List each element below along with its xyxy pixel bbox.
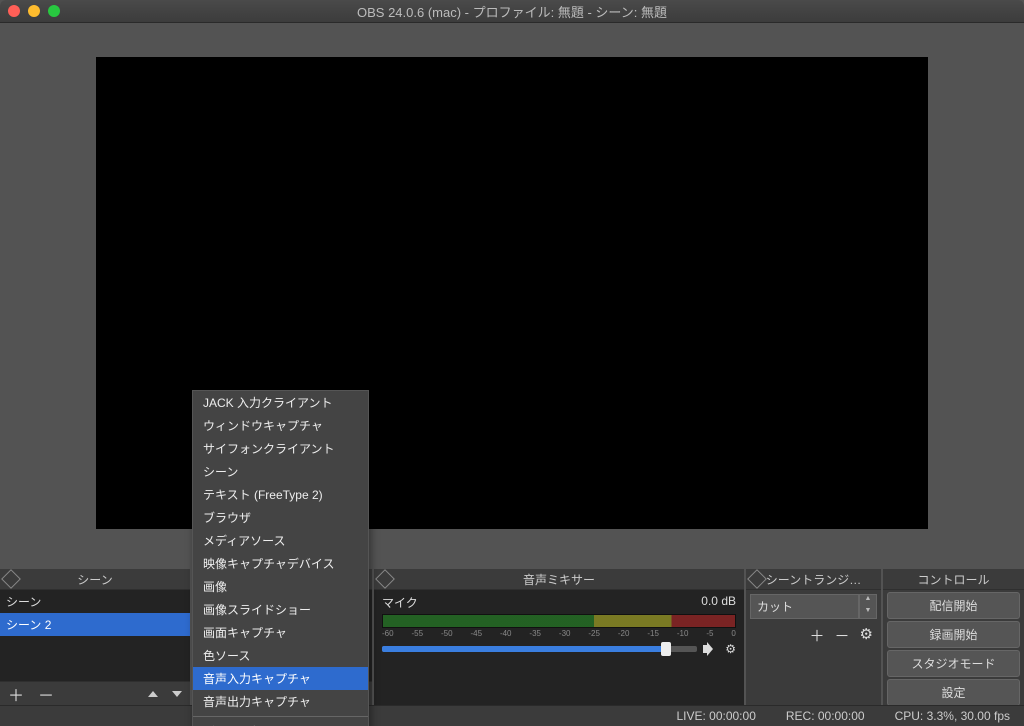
scenes-list[interactable]: シーン シーン 2	[0, 590, 190, 681]
menu-item[interactable]: 音声入力キャプチャ	[193, 667, 368, 690]
menu-item[interactable]: 音声出力キャプチャ	[193, 690, 368, 713]
controls-body: 配信開始 録画開始 スタジオモード 設定 終了	[883, 590, 1024, 706]
titlebar: OBS 24.0.6 (mac) - プロファイル: 無題 - シーン: 無題	[0, 0, 1024, 23]
controls-header[interactable]: コントロール	[883, 569, 1024, 590]
start-streaming-button[interactable]: 配信開始	[887, 592, 1020, 619]
controls-dock: コントロール 配信開始 録画開始 スタジオモード 設定 終了	[883, 569, 1024, 706]
menu-item-group[interactable]: グループ化	[193, 720, 368, 726]
speaker-icon[interactable]	[703, 642, 719, 656]
transitions-header[interactable]: シーントランジ…	[746, 569, 881, 590]
menu-item[interactable]: JACK 入力クライアント	[193, 391, 368, 414]
menu-item[interactable]: 画像スライドショー	[193, 598, 368, 621]
transition-stepper[interactable]: ▲▼	[859, 594, 877, 619]
start-recording-button[interactable]: 録画開始	[887, 621, 1020, 648]
preview-area	[0, 23, 1024, 563]
audio-meter	[382, 614, 736, 628]
menu-item[interactable]: テキスト (FreeType 2)	[193, 483, 368, 506]
scene-item[interactable]: シーン 2	[0, 613, 190, 636]
remove-transition-button[interactable]: －	[835, 625, 850, 646]
menu-item[interactable]: メディアソース	[193, 529, 368, 552]
menu-item[interactable]: 映像キャプチャデバイス	[193, 552, 368, 575]
transitions-dock: シーントランジ… カット ▲▼ ＋ － ⚙	[746, 569, 881, 706]
menu-item[interactable]: 画像	[193, 575, 368, 598]
volume-slider[interactable]	[382, 646, 697, 652]
transition-settings-button[interactable]: ⚙	[860, 625, 873, 646]
menu-item[interactable]: ブラウザ	[193, 506, 368, 529]
scenes-title: シーン	[77, 571, 112, 588]
popout-icon[interactable]	[747, 569, 767, 589]
settings-button[interactable]: 設定	[887, 679, 1020, 706]
status-bar: LIVE: 00:00:00 REC: 00:00:00 CPU: 3.3%, …	[0, 705, 1024, 726]
scene-item[interactable]: シーン	[0, 590, 190, 613]
mixer-body: マイク 0.0 dB -60-55-50-45-40-35-30-25-20-1…	[374, 590, 744, 706]
scenes-toolbar: ＋ －	[0, 681, 190, 706]
popout-icon[interactable]	[1, 569, 21, 589]
studio-mode-button[interactable]: スタジオモード	[887, 650, 1020, 677]
mixer-title: 音声ミキサー	[523, 571, 595, 588]
status-rec: REC: 00:00:00	[786, 709, 865, 723]
add-transition-button[interactable]: ＋	[810, 625, 825, 646]
meter-ticks: -60-55-50-45-40-35-30-25-20-15-10-50	[382, 629, 736, 638]
channel-name: マイク	[382, 594, 418, 611]
remove-scene-button[interactable]: －	[38, 682, 54, 706]
controls-title: コントロール	[917, 571, 989, 588]
move-down-icon[interactable]	[172, 691, 182, 697]
menu-item[interactable]: 画面キャプチャ	[193, 621, 368, 644]
menu-separator	[193, 716, 368, 717]
scenes-dock: シーン シーン シーン 2 ＋ －	[0, 569, 190, 706]
popout-icon[interactable]	[375, 569, 395, 589]
mixer-channel: マイク 0.0 dB -60-55-50-45-40-35-30-25-20-1…	[374, 590, 744, 660]
menu-item[interactable]: ウィンドウキャプチャ	[193, 414, 368, 437]
menu-item[interactable]: サイフォンクライアント	[193, 437, 368, 460]
menu-item[interactable]: 色ソース	[193, 644, 368, 667]
add-scene-button[interactable]: ＋	[8, 682, 24, 706]
scenes-header[interactable]: シーン	[0, 569, 190, 590]
transitions-title: シーントランジ…	[766, 571, 861, 588]
window-title: OBS 24.0.6 (mac) - プロファイル: 無題 - シーン: 無題	[0, 2, 1024, 21]
add-source-menu: JACK 入力クライアント ウィンドウキャプチャ サイフォンクライアント シーン…	[192, 390, 369, 726]
mixer-dock: 音声ミキサー マイク 0.0 dB -60-55-50-45-40-35-30-…	[374, 569, 744, 706]
mixer-header[interactable]: 音声ミキサー	[374, 569, 744, 590]
status-cpu: CPU: 3.3%, 30.00 fps	[895, 709, 1010, 723]
channel-settings-button[interactable]: ⚙	[725, 642, 736, 656]
transition-select[interactable]: カット	[750, 594, 859, 619]
move-up-icon[interactable]	[148, 691, 158, 697]
menu-item[interactable]: シーン	[193, 460, 368, 483]
status-live: LIVE: 00:00:00	[676, 709, 755, 723]
transitions-body: カット ▲▼ ＋ － ⚙	[746, 590, 881, 706]
channel-db: 0.0 dB	[701, 594, 736, 611]
